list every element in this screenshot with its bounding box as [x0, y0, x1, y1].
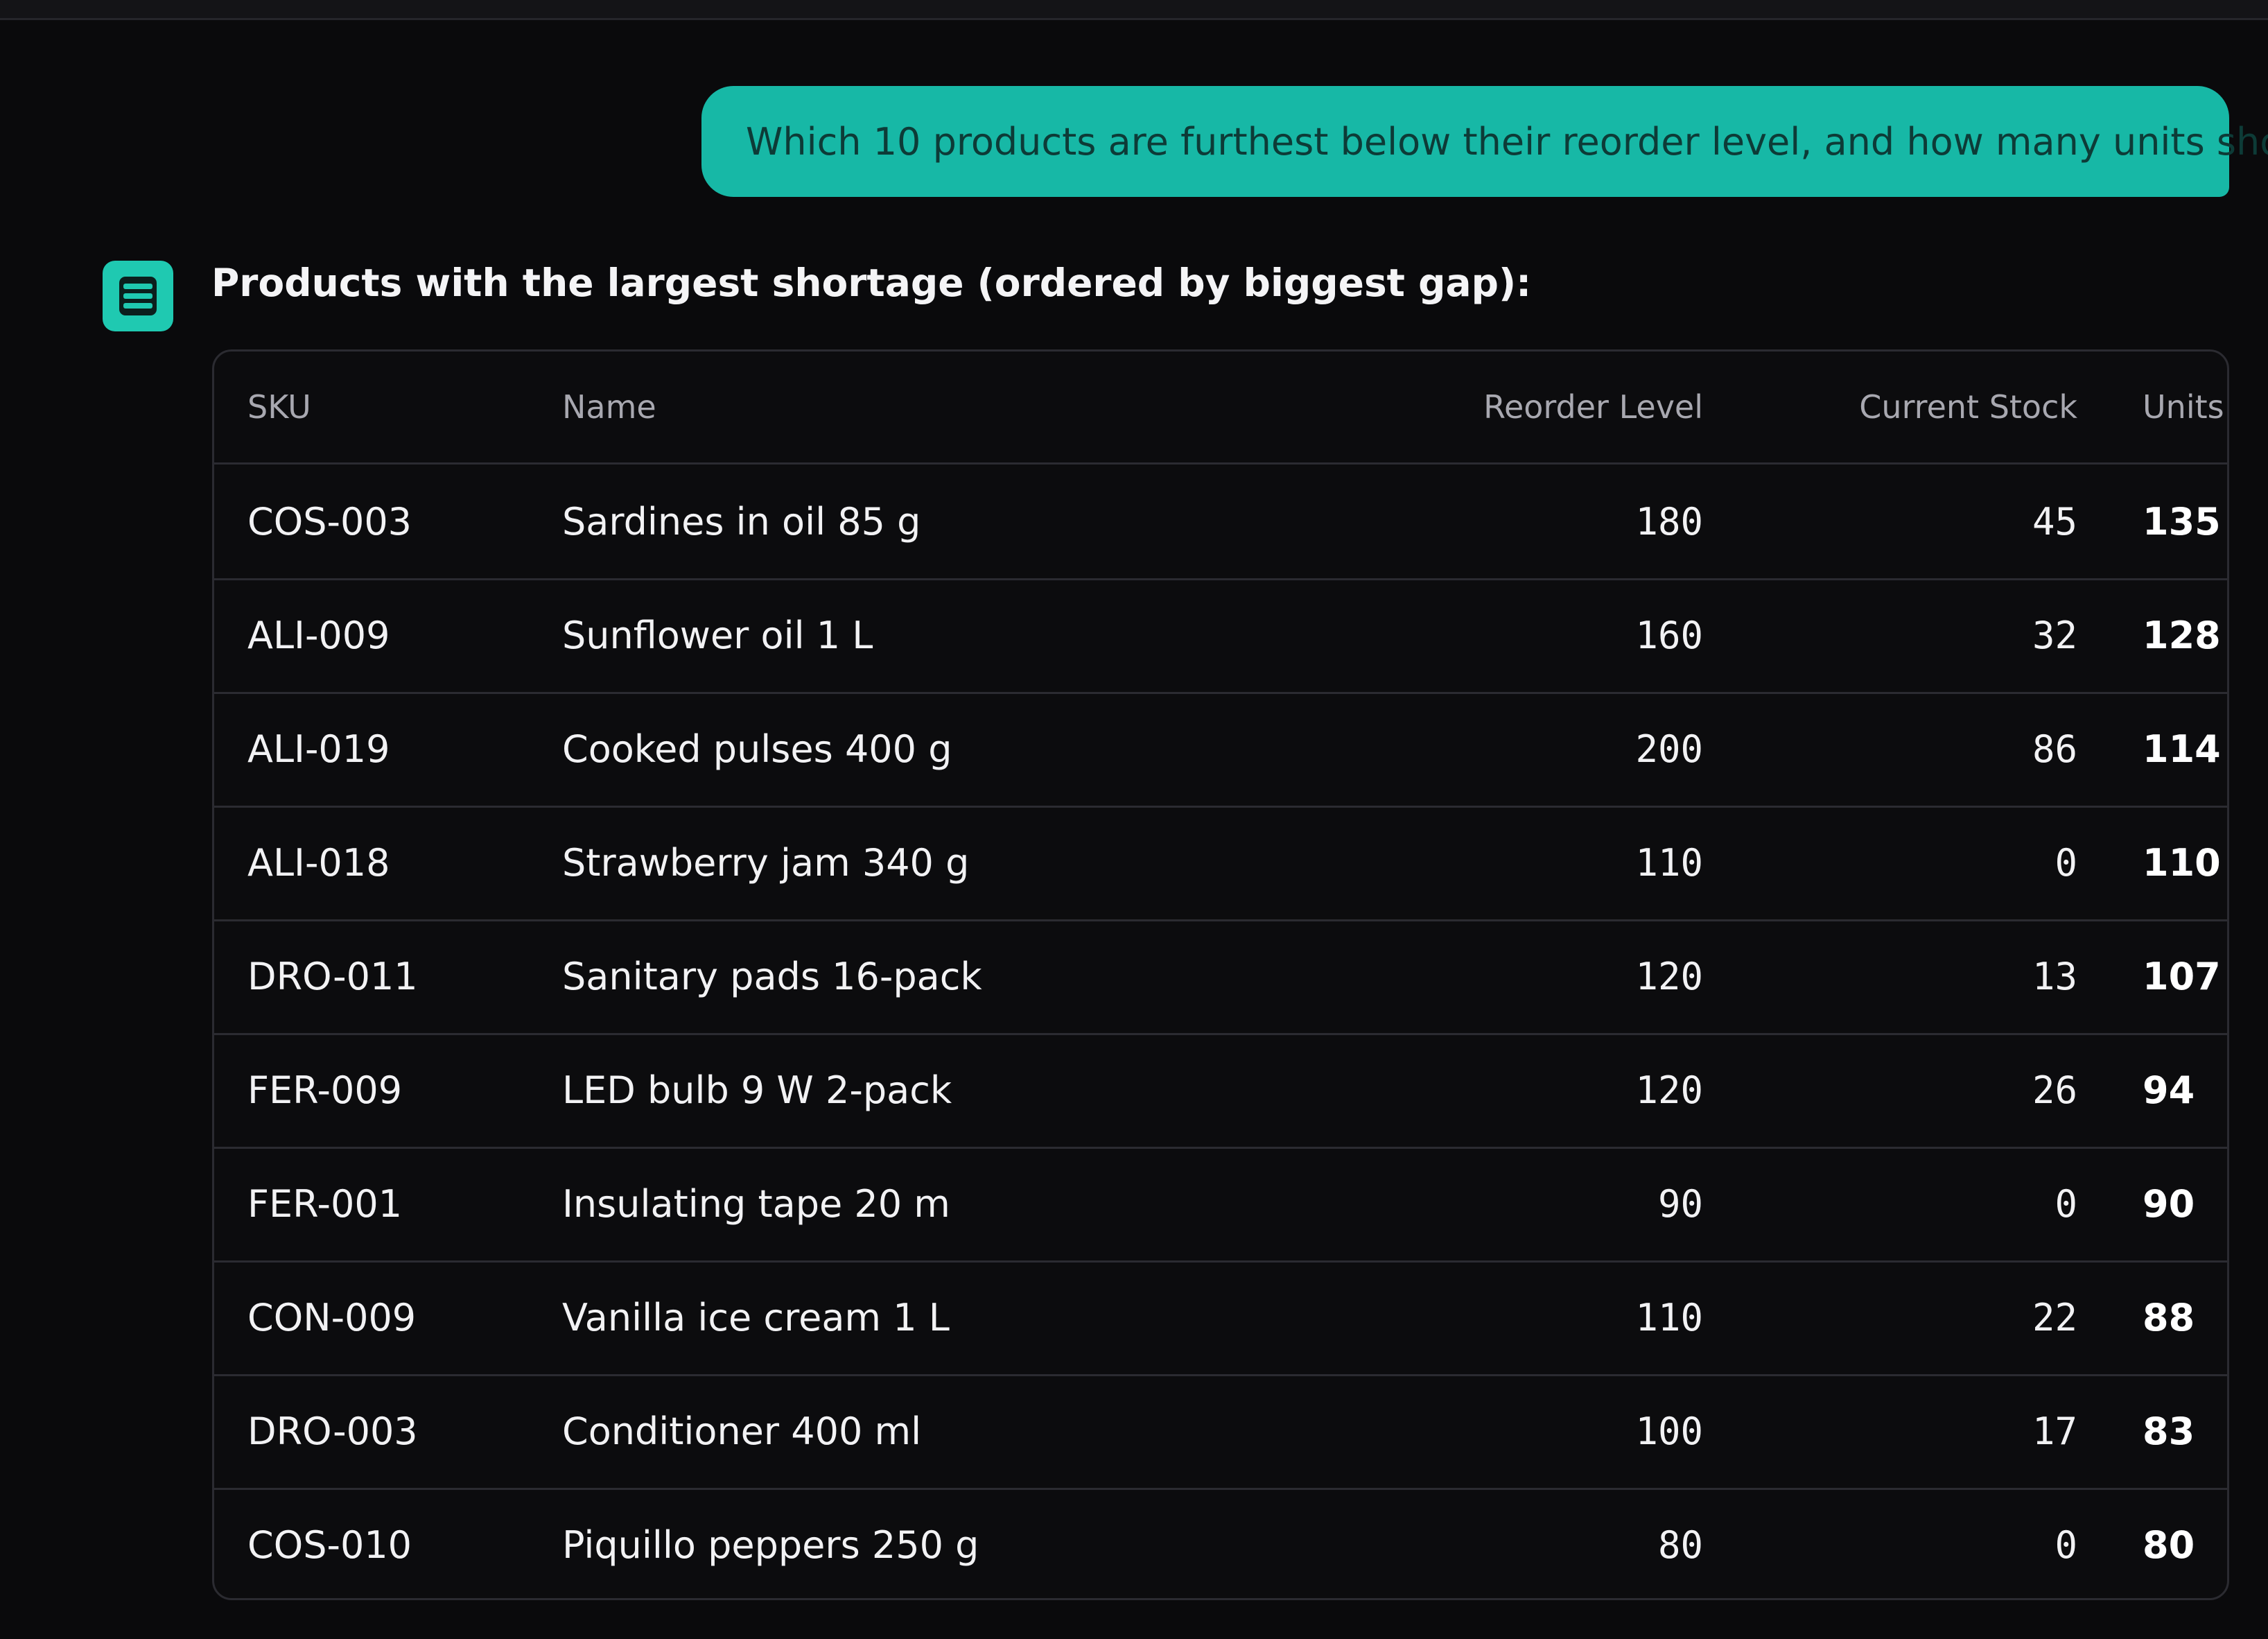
cell-sku: FER-001 — [247, 1181, 403, 1226]
table-row: ALI-018 Strawberry jam 340 g 110 0 110 — [214, 806, 2227, 921]
table-row: FER-001 Insulating tape 20 m 90 0 90 — [214, 1147, 2227, 1263]
cell-units-short: 114 — [2143, 727, 2221, 771]
cell-current-stock: 17 — [2032, 1409, 2077, 1453]
cell-current-stock: 0 — [2055, 1181, 2077, 1226]
cell-name: Sanitary pads 16-pack — [562, 954, 982, 998]
cell-current-stock: 0 — [2055, 840, 2077, 885]
cell-reorder-level: 80 — [1657, 1523, 1703, 1567]
cell-current-stock: 0 — [2055, 1523, 2077, 1567]
shortage-table: SKU Name Reorder Level Current Stock Uni… — [212, 349, 2229, 1600]
cell-current-stock: 13 — [2032, 954, 2077, 998]
cell-units-short: 80 — [2143, 1523, 2195, 1567]
cell-reorder-level: 200 — [1635, 727, 1703, 771]
cell-sku: FER-009 — [247, 1068, 403, 1112]
cell-reorder-level: 120 — [1635, 954, 1703, 998]
cell-name: LED bulb 9 W 2-pack — [562, 1068, 952, 1112]
cell-reorder-level: 180 — [1635, 499, 1703, 544]
column-header-units-short: Units Short — [2143, 388, 2227, 426]
cell-name: Conditioner 400 ml — [562, 1409, 922, 1453]
cell-sku: ALI-009 — [247, 613, 390, 657]
cell-name: Sunflower oil 1 L — [562, 613, 873, 657]
cell-units-short: 90 — [2143, 1181, 2195, 1226]
cell-name: Piquillo peppers 250 g — [562, 1523, 979, 1567]
cell-sku: COS-003 — [247, 499, 412, 544]
cell-sku: DRO-011 — [247, 954, 418, 998]
cell-reorder-level: 110 — [1635, 1295, 1703, 1339]
column-header-current-stock: Current Stock — [1859, 388, 2077, 426]
column-header-reorder-level: Reorder Level — [1483, 388, 1703, 426]
cell-name: Insulating tape 20 m — [562, 1181, 950, 1226]
cell-name: Cooked pulses 400 g — [562, 727, 952, 771]
cell-units-short: 107 — [2143, 954, 2221, 998]
cell-reorder-level: 160 — [1635, 613, 1703, 657]
table-row: COS-010 Piquillo peppers 250 g 80 0 80 — [214, 1488, 2227, 1598]
cell-sku: ALI-018 — [247, 840, 390, 885]
stack-icon — [103, 261, 173, 331]
cell-current-stock: 32 — [2032, 613, 2077, 657]
top-divider — [0, 0, 2268, 20]
cell-name: Strawberry jam 340 g — [562, 840, 970, 885]
cell-reorder-level: 110 — [1635, 840, 1703, 885]
cell-units-short: 135 — [2143, 499, 2221, 544]
cell-current-stock: 22 — [2032, 1295, 2077, 1339]
cell-units-short: 88 — [2143, 1295, 2195, 1339]
table-row: COS-003 Sardines in oil 85 g 180 45 135 — [214, 465, 2227, 580]
user-message-bubble: Which 10 products are furthest below the… — [701, 86, 2268, 197]
column-header-name: Name — [562, 388, 656, 426]
table-row: ALI-009 Sunflower oil 1 L 160 32 128 — [214, 578, 2227, 694]
cell-units-short: 94 — [2143, 1068, 2195, 1112]
table-row: DRO-003 Conditioner 400 ml 100 17 83 — [214, 1374, 2227, 1490]
table-row: ALI-019 Cooked pulses 400 g 200 86 114 — [214, 692, 2227, 808]
cell-sku: COS-010 — [247, 1523, 412, 1567]
assistant-title: Products with the largest shortage (orde… — [211, 261, 1532, 305]
table-row: CON-009 Vanilla ice cream 1 L 110 22 88 — [214, 1260, 2227, 1376]
cell-current-stock: 45 — [2032, 499, 2077, 544]
table-row: FER-009 LED bulb 9 W 2-pack 120 26 94 — [214, 1033, 2227, 1149]
cell-reorder-level: 90 — [1657, 1181, 1703, 1226]
cell-reorder-level: 100 — [1635, 1409, 1703, 1453]
cell-units-short: 128 — [2143, 613, 2221, 657]
cell-reorder-level: 120 — [1635, 1068, 1703, 1112]
cell-name: Vanilla ice cream 1 L — [562, 1295, 950, 1339]
column-header-sku: SKU — [247, 388, 311, 426]
cell-units-short: 110 — [2143, 840, 2221, 885]
cell-units-short: 83 — [2143, 1409, 2195, 1453]
cell-sku: ALI-019 — [247, 727, 390, 771]
cell-sku: DRO-003 — [247, 1409, 418, 1453]
user-message-text: Which 10 products are furthest below the… — [746, 119, 2268, 164]
table-row: DRO-011 Sanitary pads 16-pack 120 13 107 — [214, 919, 2227, 1035]
cell-current-stock: 86 — [2032, 727, 2077, 771]
cell-sku: CON-009 — [247, 1295, 417, 1339]
cell-current-stock: 26 — [2032, 1068, 2077, 1112]
table-header-row: SKU Name Reorder Level Current Stock Uni… — [214, 352, 2227, 465]
cell-name: Sardines in oil 85 g — [562, 499, 921, 544]
